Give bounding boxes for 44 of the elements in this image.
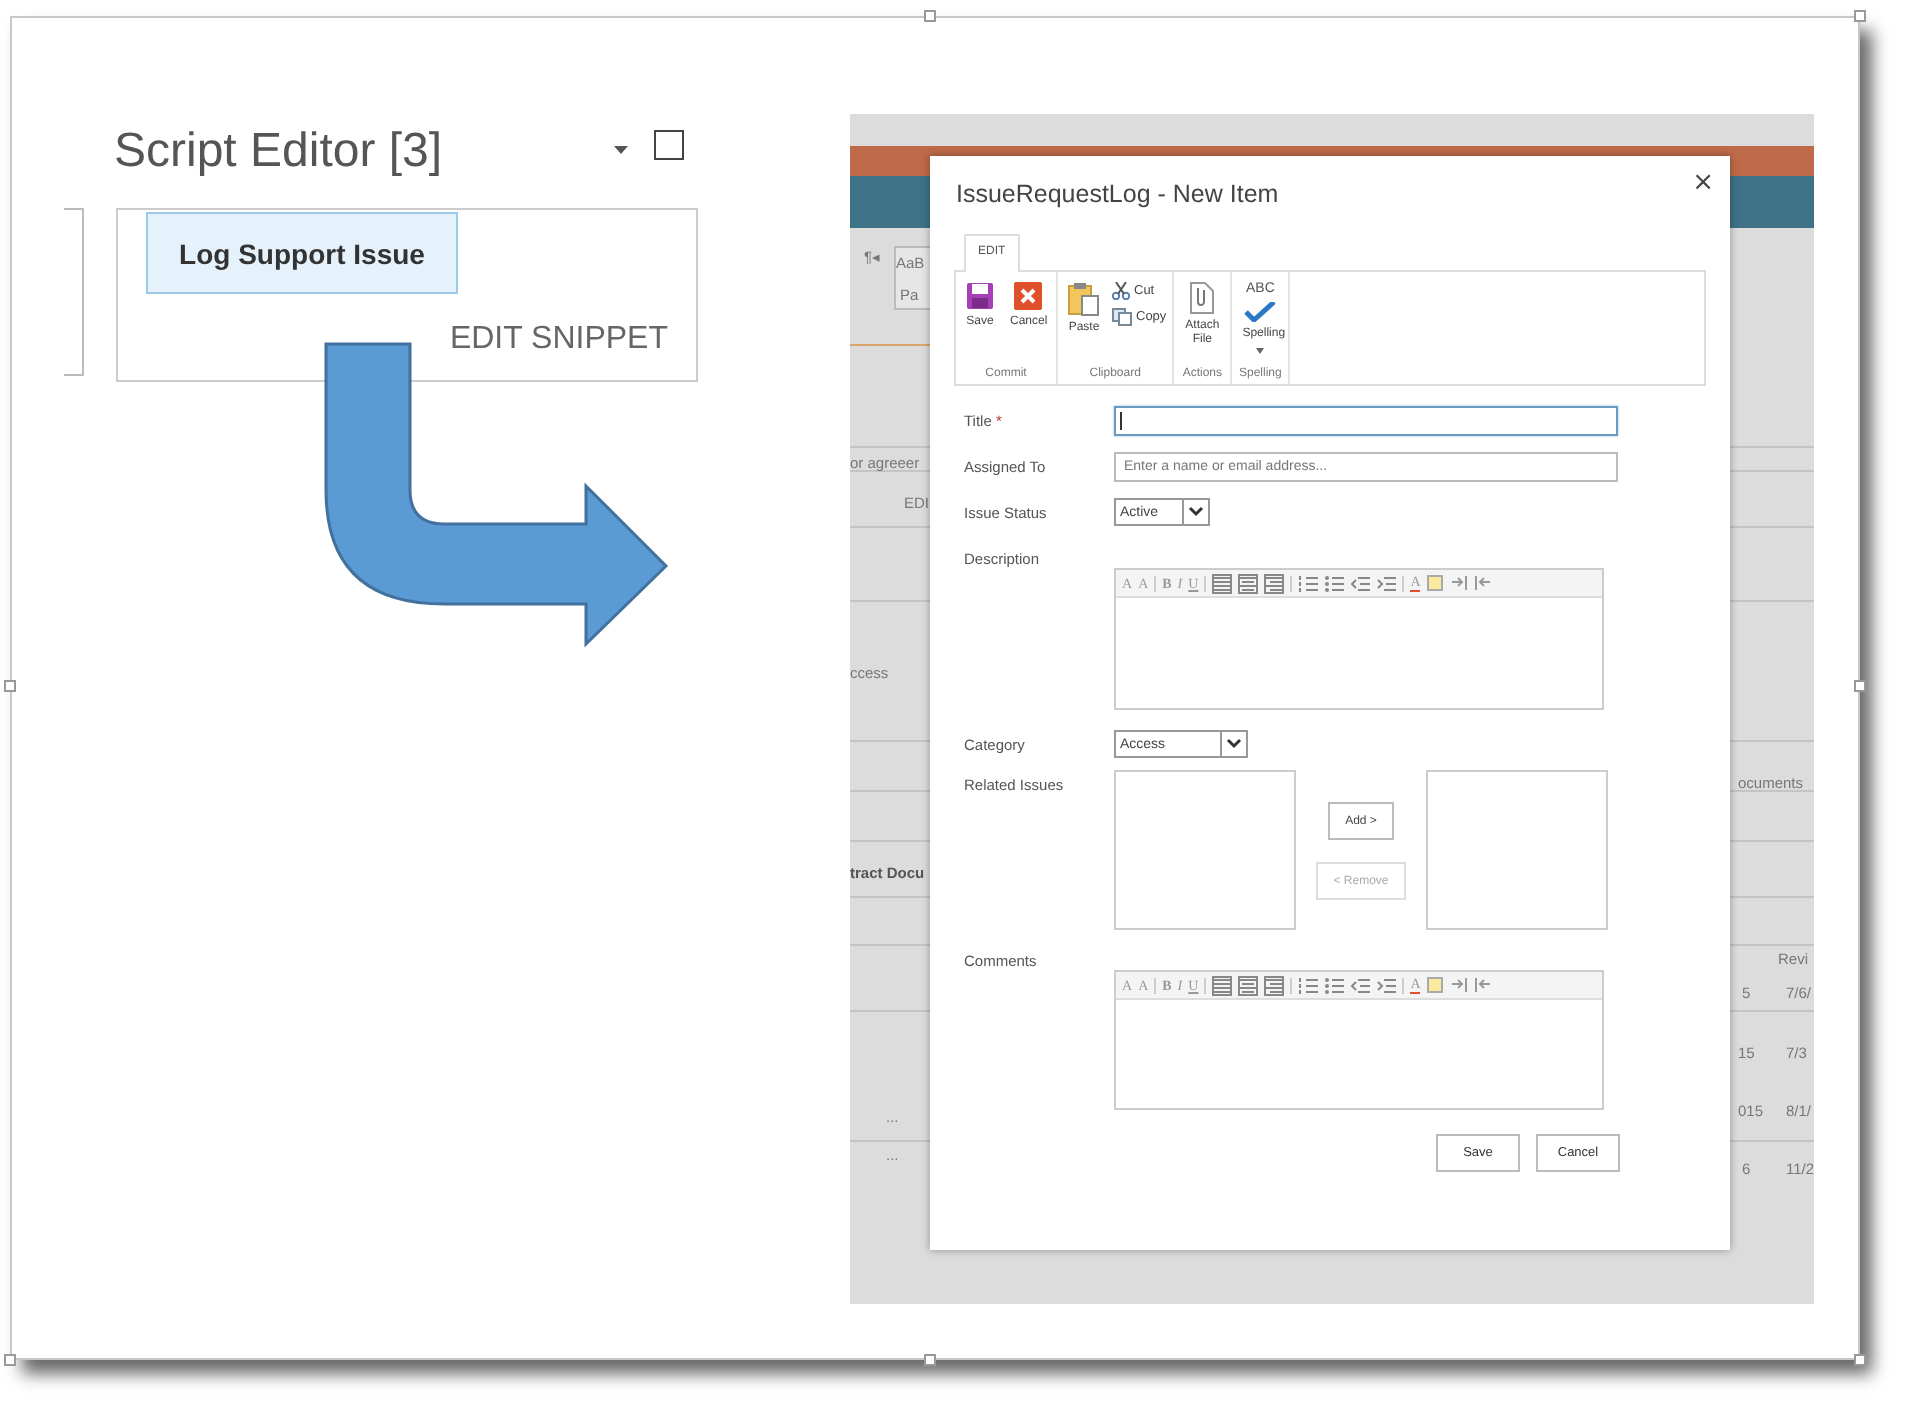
resize-handle[interactable] bbox=[1854, 680, 1866, 692]
align-left-icon[interactable] bbox=[1212, 573, 1233, 593]
scissors-icon bbox=[1112, 282, 1130, 300]
align-center-icon[interactable] bbox=[1238, 573, 1259, 593]
outdent-icon[interactable] bbox=[1350, 975, 1371, 995]
left-to-right-icon[interactable] bbox=[1450, 976, 1469, 994]
edit-snippet-link[interactable]: EDIT SNIPPET bbox=[449, 322, 668, 358]
indent-icon[interactable] bbox=[1376, 975, 1397, 995]
dropdown-caret-icon[interactable] bbox=[614, 146, 628, 154]
paste-icon bbox=[1068, 282, 1100, 316]
cancel-icon bbox=[1014, 282, 1042, 310]
align-left-icon[interactable] bbox=[1212, 975, 1233, 995]
copy-icon bbox=[1112, 308, 1132, 326]
resize-handle[interactable] bbox=[4, 1354, 16, 1366]
web-part-title: Script Editor [3] bbox=[114, 124, 443, 180]
text-cursor bbox=[1120, 412, 1122, 430]
bullet-list-icon[interactable] bbox=[1324, 573, 1345, 593]
highlight-icon[interactable] bbox=[1426, 574, 1445, 592]
text-field[interactable] bbox=[1114, 406, 1618, 436]
resize-handle[interactable] bbox=[924, 10, 936, 22]
right-to-left-icon[interactable] bbox=[1474, 574, 1493, 592]
resize-handle[interactable] bbox=[1854, 10, 1866, 22]
dialog-title: IssueRequestLog - New Item bbox=[956, 180, 1279, 208]
right-to-left-icon[interactable] bbox=[1474, 976, 1493, 994]
caret-icon bbox=[1256, 348, 1265, 354]
align-right-icon[interactable] bbox=[1264, 975, 1285, 995]
resize-handle[interactable] bbox=[924, 1354, 936, 1366]
resize-handle[interactable] bbox=[4, 680, 16, 692]
log-issue-button[interactable]: Log Support Issue bbox=[146, 212, 458, 294]
resize-handle[interactable] bbox=[1854, 1354, 1866, 1366]
numbered-list-icon[interactable] bbox=[1298, 975, 1319, 995]
numbered-list-icon[interactable] bbox=[1298, 573, 1319, 593]
close-button[interactable]: × bbox=[1688, 170, 1718, 198]
attach-file-icon bbox=[1190, 282, 1215, 314]
left-to-right-icon[interactable] bbox=[1450, 574, 1469, 592]
outdent-icon[interactable] bbox=[1350, 573, 1371, 593]
highlight-icon[interactable] bbox=[1426, 976, 1445, 994]
checkmark-icon bbox=[1244, 302, 1277, 322]
checkbox[interactable] bbox=[654, 130, 684, 160]
bullet-list-icon[interactable] bbox=[1324, 975, 1345, 995]
indent-icon[interactable] bbox=[1376, 573, 1397, 593]
align-right-icon[interactable] bbox=[1264, 573, 1285, 593]
save-icon bbox=[966, 282, 994, 310]
align-center-icon[interactable] bbox=[1238, 975, 1259, 995]
